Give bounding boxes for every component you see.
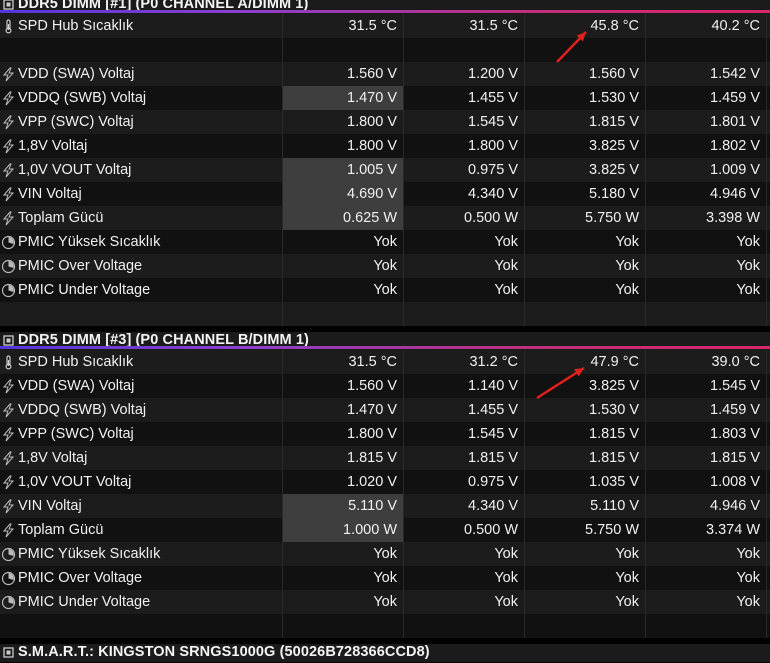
- red-arrow-annotation: [536, 366, 585, 400]
